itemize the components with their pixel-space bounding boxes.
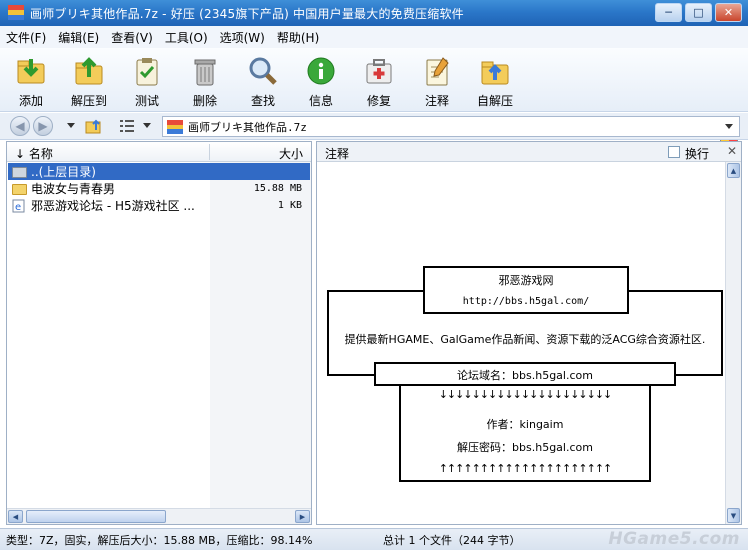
delete-label: 删除 — [192, 94, 217, 108]
haozip-app-icon — [8, 5, 24, 21]
info-label: 信息 — [308, 94, 333, 108]
comment-button[interactable]: 注释 — [408, 48, 466, 110]
back-arrow-icon: ◀ — [15, 119, 25, 133]
file-list-panel: ↓ 名称 大小 ..(上层目录) 电波女与青春男 15.88 MB e 邪恶游戏… — [6, 141, 312, 525]
scroll-left-icon[interactable]: ◀ — [8, 510, 23, 523]
file-row-parent[interactable]: ..(上层目录) — [8, 163, 310, 180]
comment-panel: 注释 换行 ✕ 邪恶游戏网 http://bbs.h5gal.com/ 提供最新… — [316, 141, 742, 525]
author: 作者：kingaim — [486, 418, 564, 431]
title-bar: 画师ブリキ其他作品.7z - 好压 (2345旗下产品) 中国用户量最大的免费压… — [0, 0, 748, 26]
find-button[interactable]: 查找 — [234, 48, 292, 110]
add-label: 添加 — [18, 94, 43, 108]
close-button[interactable]: ✕ — [715, 3, 742, 22]
info-icon — [304, 54, 338, 88]
wrap-checkbox[interactable] — [668, 146, 680, 158]
file-size: 15.88 MB — [253, 183, 302, 194]
path-text: 画师ブリキ其他作品.7z — [188, 120, 307, 134]
site-name: 邪恶游戏网 — [498, 274, 554, 287]
column-size-header[interactable]: 大小 — [279, 145, 303, 162]
menu-view[interactable]: 查看(V) — [111, 29, 153, 46]
repair-kit-icon — [362, 54, 396, 88]
scroll-thumb[interactable] — [26, 510, 166, 523]
svg-text:e: e — [15, 202, 21, 213]
column-name-header[interactable]: ↓ 名称 — [15, 145, 53, 162]
repair-button[interactable]: 修复 — [350, 48, 408, 110]
file-total-status: 总计 1 个文件（244 字节） — [383, 534, 521, 547]
menu-tools[interactable]: 工具(O) — [165, 29, 208, 46]
find-label: 查找 — [250, 94, 275, 108]
self-extract-label: 自解压 — [476, 94, 513, 108]
forward-arrow-icon: ▶ — [38, 119, 48, 133]
path-field[interactable]: 画师ブリキ其他作品.7z — [162, 116, 740, 137]
extract-folder-icon — [72, 54, 106, 88]
archive-icon — [167, 119, 183, 134]
menu-options[interactable]: 选项(W) — [220, 29, 265, 46]
parent-folder-icon — [12, 165, 28, 179]
test-clipboard-icon — [130, 54, 164, 88]
path-dropdown-icon[interactable] — [725, 124, 733, 129]
watermark: HGame5.com — [608, 529, 740, 549]
view-dropdown-icon[interactable] — [143, 123, 151, 128]
menu-edit[interactable]: 编辑(E) — [58, 29, 99, 46]
close-comment-icon[interactable]: ✕ — [727, 144, 737, 158]
comment-label: 注释 — [424, 94, 449, 108]
archive-status: 类型：7Z，固实，解压后大小：15.88 MB，压缩比：98.14% — [6, 534, 313, 547]
toolbar: 添加 解压到 测试 删除 查找 信息 修复 注释 自解压 — [0, 48, 748, 152]
status-bar: 类型：7Z，固实，解压后大小：15.88 MB，压缩比：98.14% 总计 1 … — [0, 528, 748, 550]
folder-icon — [12, 182, 28, 196]
menu-help[interactable]: 帮助(H) — [277, 29, 319, 46]
file-name: 电波女与青春男 — [31, 182, 116, 196]
scroll-right-icon[interactable]: ▶ — [295, 510, 310, 523]
file-size: 1 KB — [277, 200, 302, 211]
menu-bar: 文件(F) 编辑(E) 查看(V) 工具(O) 选项(W) 帮助(H) — [0, 26, 748, 48]
menu-file[interactable]: 文件(F) — [6, 29, 46, 46]
scroll-up-icon[interactable]: ▲ — [727, 163, 740, 178]
wrap-label: 换行 — [685, 147, 710, 161]
file-name: ..(上层目录) — [31, 165, 96, 179]
arrows-down: ↓↓↓↓↓↓↓↓↓↓↓↓↓↓↓↓↓↓↓↓↓ — [438, 388, 613, 401]
file-name: 邪恶游戏论坛 - H5游戏社区 ... — [31, 199, 195, 213]
file-row-link[interactable]: e 邪恶游戏论坛 - H5游戏社区 ... 1 KB — [8, 197, 310, 214]
trash-icon — [188, 54, 222, 88]
test-label: 测试 — [134, 94, 159, 108]
comment-title: 注释 — [325, 147, 350, 161]
add-icon — [14, 54, 48, 88]
file-row-folder[interactable]: 电波女与青春男 15.88 MB — [8, 180, 310, 197]
history-dropdown-icon[interactable] — [67, 123, 75, 128]
file-list-header: ↓ 名称 大小 — [7, 142, 311, 162]
site-url: http://bbs.h5gal.com/ — [462, 296, 590, 307]
vertical-scrollbar[interactable]: ▲ ▼ — [725, 162, 741, 524]
back-button[interactable]: ◀ — [10, 116, 30, 136]
site-description: 提供最新HGAME、GalGame作品新闻、资源下载的泛ACG综合资源社区. — [344, 333, 706, 346]
up-folder-icon[interactable] — [85, 118, 103, 134]
extract-to-label: 解压到 — [70, 94, 107, 108]
repair-label: 修复 — [366, 94, 391, 108]
internet-shortcut-icon: e — [12, 199, 28, 213]
address-bar: ◀ ▶ 画师ブリキ其他作品.7z — [0, 113, 748, 140]
arrows-up: ↑↑↑↑↑↑↑↑↑↑↑↑↑↑↑↑↑↑↑↑↑ — [438, 462, 613, 475]
comment-header: 注释 换行 ✕ — [317, 142, 741, 162]
extract-to-button[interactable]: 解压到 — [60, 48, 118, 110]
delete-button[interactable]: 删除 — [176, 48, 234, 110]
self-extract-button[interactable]: 自解压 — [466, 48, 524, 110]
extract-password: 解压密码：bbs.h5gal.com — [457, 441, 593, 454]
add-button[interactable]: 添加 — [2, 48, 60, 110]
notepad-icon — [420, 54, 454, 88]
info-button[interactable]: 信息 — [292, 48, 350, 110]
magnifier-icon — [246, 54, 280, 88]
minimize-button[interactable]: ─ — [655, 3, 682, 22]
maximize-button[interactable]: □ — [685, 3, 712, 22]
forum-domain: 论坛域名：bbs.h5gal.com — [457, 369, 593, 382]
window-title: 画师ブリキ其他作品.7z - 好压 (2345旗下产品) 中国用户量最大的免费压… — [30, 6, 464, 21]
self-extract-icon — [478, 54, 512, 88]
test-button[interactable]: 测试 — [118, 48, 176, 110]
forward-button[interactable]: ▶ — [33, 116, 53, 136]
view-mode-icon[interactable] — [118, 118, 136, 134]
horizontal-scrollbar[interactable]: ◀ ▶ — [7, 508, 311, 524]
scroll-down-icon[interactable]: ▼ — [727, 508, 740, 523]
